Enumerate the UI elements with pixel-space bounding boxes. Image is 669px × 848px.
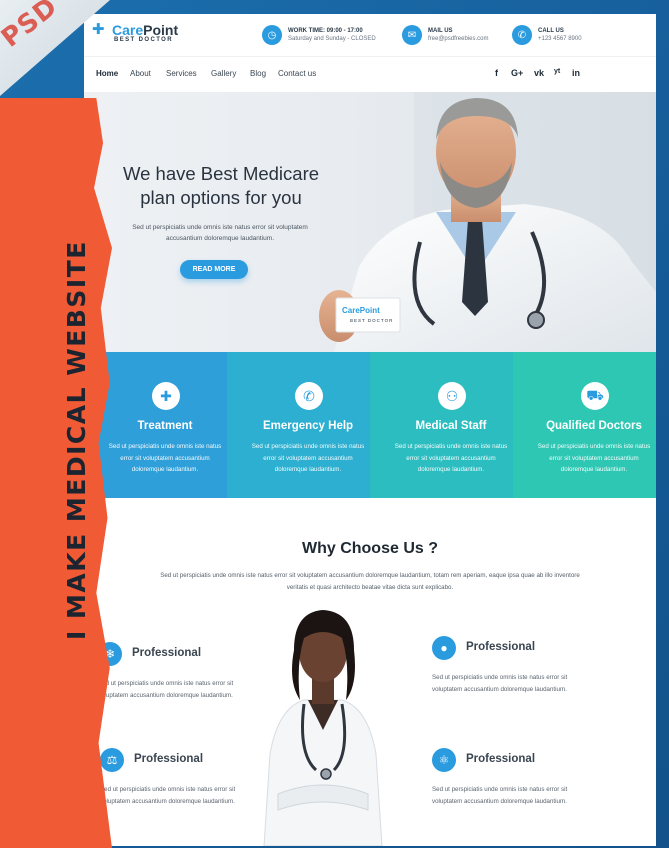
logo-subtitle: BEST DOCTOR xyxy=(114,37,173,43)
feature-emergency-help[interactable]: ✆ Emergency Help Sed ut perspiciatis und… xyxy=(227,352,370,498)
why-item-desc: Sed ut perspiciatis unde omnis iste natu… xyxy=(100,786,236,805)
mail-address: free@psdfreebies.com xyxy=(428,36,489,42)
nurse-icon: ⚇ xyxy=(438,382,466,410)
feature-desc: Sed ut perspiciatis unde omnis iste natu… xyxy=(537,443,651,473)
envelope-icon: ✉ xyxy=(402,25,422,45)
card-logo: CarePoint xyxy=(342,306,380,315)
nav-blog[interactable]: Blog xyxy=(250,69,266,78)
why-item-desc: Sed ut perspiciatis unde omnis iste natu… xyxy=(432,674,568,693)
google-plus-icon[interactable]: G+ xyxy=(511,68,523,78)
pill-icon: ● xyxy=(432,636,456,660)
work-time-title: WORK TIME: 09:00 - 17:00 xyxy=(288,28,363,34)
clock-icon: ◷ xyxy=(262,25,282,45)
microscope-icon: ⚖ xyxy=(100,748,124,772)
why-choose-description: Sed ut perspiciatis unde omnis iste natu… xyxy=(160,572,580,591)
work-time-sub: Saturday and Sunday - CLOSED xyxy=(288,36,376,42)
nav-home[interactable]: Home xyxy=(96,69,118,78)
treatment-icon: ✚ xyxy=(152,382,180,410)
nav-about[interactable]: About xyxy=(130,69,151,78)
feature-qualified-doctors[interactable]: ⛟ Qualified Doctors Sed ut perspiciatis … xyxy=(513,352,656,498)
work-time-info: ◷ WORK TIME: 09:00 - 17:00 Saturday and … xyxy=(262,25,376,45)
why-item-title: Professional xyxy=(134,753,204,765)
facebook-icon[interactable]: f xyxy=(495,68,498,78)
feature-title: Qualified Doctors xyxy=(546,420,642,432)
phone-icon: ✆ xyxy=(512,25,532,45)
nav-services[interactable]: Services xyxy=(166,69,197,78)
nav-contact[interactable]: Contact us xyxy=(278,69,316,78)
why-item-desc: Sed ut perspiciatis unde omnis iste natu… xyxy=(98,680,234,699)
medical-cross-icon: ✚ xyxy=(92,21,105,38)
why-item-title: Professional xyxy=(466,753,536,765)
youtube-icon[interactable]: yt xyxy=(554,68,560,75)
feature-medical-staff[interactable]: ⚇ Medical Staff Sed ut perspiciatis unde… xyxy=(370,352,513,498)
emergency-phone-icon: ✆ xyxy=(295,382,323,410)
orange-banner xyxy=(0,98,112,848)
website-page: ✚ CarePoint BEST DOCTOR ◷ WORK TIME: 09:… xyxy=(84,14,656,846)
features-strip: ✚ Treatment Sed ut perspiciatis unde omn… xyxy=(84,352,656,498)
feature-title: Medical Staff xyxy=(415,420,487,432)
feature-desc: Sed ut perspiciatis unde omnis iste natu… xyxy=(394,443,508,473)
ambulance-icon: ⛟ xyxy=(581,382,609,410)
vk-icon[interactable]: vk xyxy=(534,68,544,78)
feature-desc: Sed ut perspiciatis unde omnis iste natu… xyxy=(251,443,365,473)
feature-title: Treatment xyxy=(137,420,193,432)
logo-name: CarePoint xyxy=(112,22,179,38)
why-item-title: Professional xyxy=(132,647,202,659)
banner-text: I MAKE MEDICAL WEBSITE xyxy=(62,240,91,640)
card-subtitle: BEST DOCTOR xyxy=(350,318,394,323)
linkedin-icon[interactable]: in xyxy=(572,68,580,78)
call-info[interactable]: ✆ CALL US +123 4567 8900 xyxy=(512,25,582,45)
main-nav: Home About Services Gallery Blog Contact… xyxy=(84,56,656,93)
feature-desc: Sed ut perspiciatis unde omnis iste natu… xyxy=(108,443,222,473)
call-number: +123 4567 8900 xyxy=(538,36,582,42)
hero-section: CarePoint BEST DOCTOR We have Best Medic… xyxy=(84,92,656,352)
why-item-desc: Sed ut perspiciatis unde omnis iste natu… xyxy=(432,786,568,805)
feature-title: Emergency Help xyxy=(262,420,354,432)
call-title: CALL US xyxy=(538,28,564,34)
female-doctor-photo xyxy=(263,610,383,846)
nav-gallery[interactable]: Gallery xyxy=(211,69,236,78)
atom-icon: ⚛ xyxy=(432,748,456,772)
hero-title: We have Best Medicare plan options for y… xyxy=(122,163,320,208)
why-choose-title: Why Choose Us ? xyxy=(301,540,438,557)
logo[interactable]: ✚ CarePoint BEST DOCTOR xyxy=(92,21,179,44)
why-item-title: Professional xyxy=(466,641,536,653)
top-bar: ✚ CarePoint BEST DOCTOR ◷ WORK TIME: 09:… xyxy=(84,14,656,56)
mail-title: MAIL US xyxy=(428,28,453,34)
hero-description: Sed ut perspiciatis unde omnis iste natu… xyxy=(132,224,308,242)
read-more-button[interactable]: READ MORE xyxy=(180,260,248,279)
mail-info[interactable]: ✉ MAIL US free@psdfreebies.com xyxy=(402,25,488,45)
